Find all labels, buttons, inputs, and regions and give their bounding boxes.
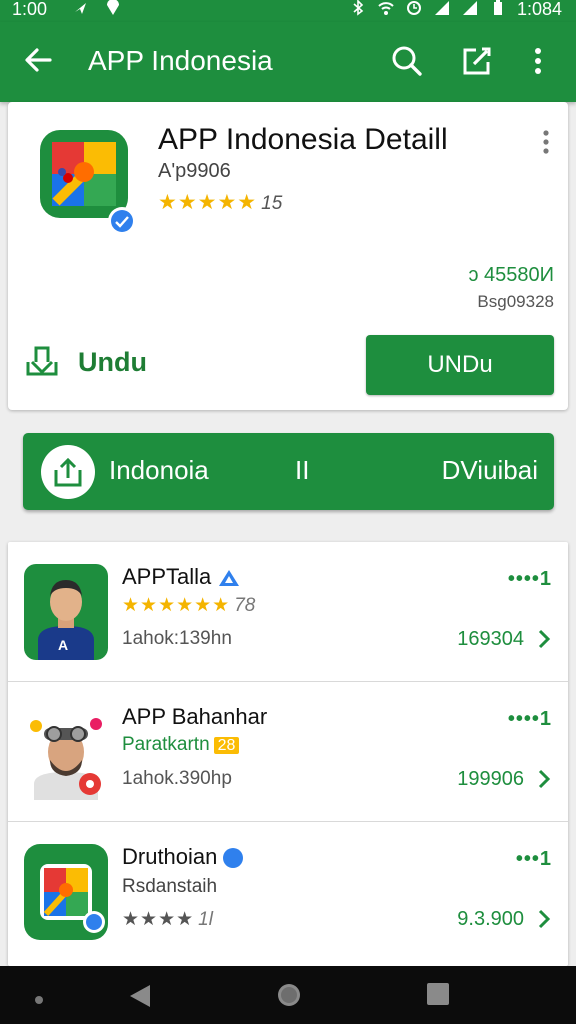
status-bar: 1:00 1:084 [0, 0, 576, 22]
edit-icon[interactable] [460, 44, 494, 78]
list-item[interactable]: Druthoian Rsdanstaih ★★★★ 1l •••1 9.3.900 [8, 822, 568, 962]
app-detail-subtitle: A'p9906 [158, 160, 231, 182]
status-right-text: 1:084 [516, 0, 562, 19]
list-item[interactable]: APP Bahanhar Paratkartn 28 1ahok.390hp ••… [8, 682, 568, 822]
list-item-title: APP Bahanhar [122, 704, 268, 729]
app-size: Bsg09328 [477, 292, 554, 311]
alarm-icon [405, 0, 423, 16]
nav-dot-icon [34, 992, 44, 1010]
download-link[interactable]: Undu [24, 342, 147, 382]
app-list: A APPTalla ★★★★★★ 78 1ahok:139hn ••••1 16… [8, 542, 568, 966]
list-item-title: APPTalla [122, 564, 241, 590]
chevron-right-icon[interactable] [536, 768, 552, 790]
bluetooth-icon [349, 0, 367, 16]
list-item-value: 169304 [457, 628, 524, 650]
back-arrow-icon[interactable] [22, 44, 54, 76]
status-time: 1:00 [12, 0, 48, 19]
banner-left-label: Indonoia [109, 455, 209, 485]
search-icon[interactable] [390, 44, 424, 78]
avatar: A [24, 564, 108, 660]
verified-icon [217, 568, 241, 588]
avatar [24, 704, 108, 800]
list-item-dots: •••1 [515, 848, 552, 870]
chevron-right-icon[interactable] [536, 628, 552, 650]
chevron-right-icon[interactable] [536, 908, 552, 930]
download-icon [24, 342, 60, 383]
download-button[interactable]: UNDu [366, 335, 554, 395]
verified-badge [108, 207, 136, 235]
list-item-rating: ★★★★★★ 78 [122, 595, 256, 616]
list-item-tag: Paratkartn 28 [122, 734, 240, 756]
nav-back-icon[interactable] [126, 982, 154, 1015]
share-icon [41, 445, 95, 499]
system-nav-bar [0, 966, 576, 1024]
signal-icon [433, 0, 451, 16]
battery-icon [489, 0, 507, 16]
banner-right-label: DViuibai [441, 455, 538, 485]
app-detail-title: APP Indonesia Detaill [158, 123, 448, 156]
more-vert-icon[interactable] [528, 44, 548, 78]
nav-recents-icon[interactable] [426, 982, 450, 1011]
navigation-icon [72, 0, 90, 16]
nav-home-icon[interactable] [276, 982, 302, 1013]
overflow-menu-icon[interactable] [538, 128, 554, 156]
list-item-value: 199906 [457, 768, 524, 790]
app-bar: APP Indonesia [0, 22, 576, 102]
list-item-dots: ••••1 [507, 568, 552, 590]
list-item-title: Druthoian [122, 844, 244, 870]
list-item[interactable]: A APPTalla ★★★★★★ 78 1ahok:139hn ••••1 16… [8, 542, 568, 682]
list-item-meta: 1ahok:139hn [122, 628, 232, 649]
list-item-value: 9.3.900 [457, 908, 524, 930]
download-link-label: Undu [78, 346, 147, 377]
list-item-subtitle: Rsdanstaih [122, 876, 218, 897]
wifi-icon [377, 0, 395, 16]
list-item-dots: ••••1 [507, 708, 552, 730]
location-icon [104, 0, 122, 16]
rating-stars: ★★★★★ 15 [158, 191, 283, 214]
app-bar-title: APP Indonesia [88, 45, 273, 76]
signal-2-icon [461, 0, 479, 16]
tag-badge: 28 [213, 737, 240, 754]
share-banner[interactable]: Indonoia II DViuibai [23, 433, 554, 510]
banner-middle-label: II [295, 455, 310, 485]
list-item-rating: ★★★★ 1l [122, 909, 213, 930]
list-item-meta: 1ahok.390hp [122, 768, 232, 789]
verified-icon [223, 848, 244, 869]
app-price: ɔ 45580И [468, 264, 554, 286]
svg-text:A: A [58, 637, 68, 653]
rating-count: 15 [261, 193, 283, 214]
app-detail-card: APP Indonesia Detaill A'p9906 ★★★★★ 15 ɔ … [8, 102, 568, 410]
app-icon [24, 844, 108, 940]
